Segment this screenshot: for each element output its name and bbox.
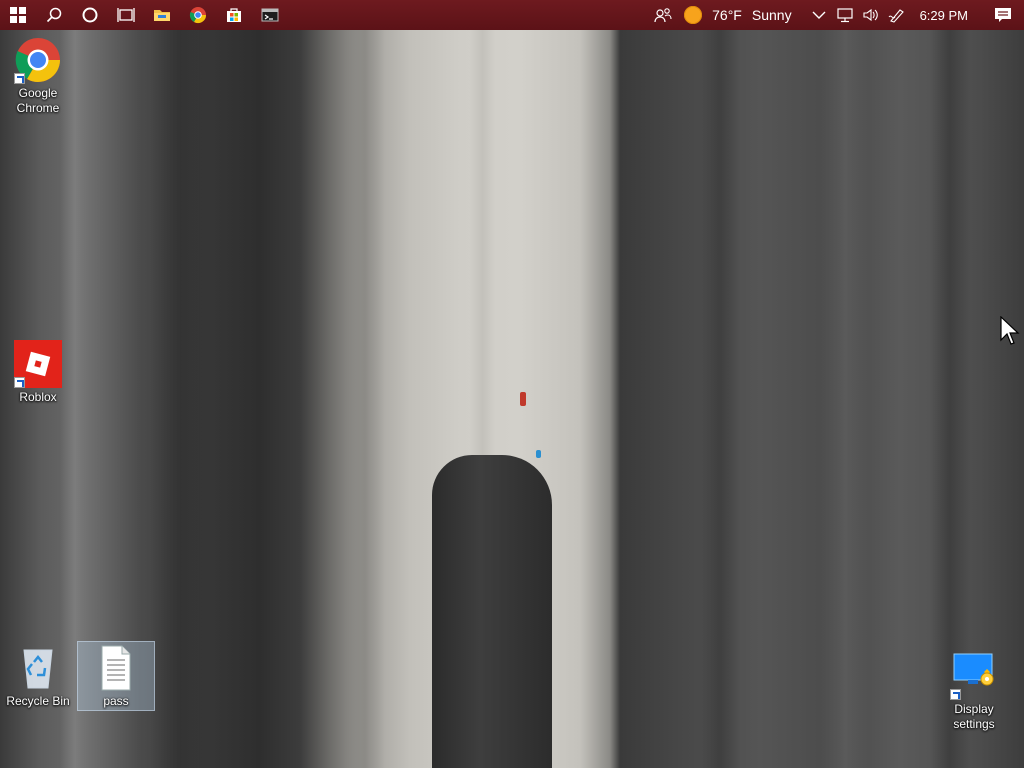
desktop-icon-recycle-bin[interactable]: Recycle Bin — [0, 644, 76, 709]
store-button[interactable] — [216, 0, 252, 30]
network-button[interactable] — [832, 0, 858, 30]
shortcut-arrow-icon — [14, 377, 25, 388]
weather-condition: Sunny — [751, 7, 792, 23]
people-icon — [654, 8, 672, 23]
file-explorer-button[interactable] — [144, 0, 180, 30]
task-view-button[interactable] — [108, 0, 144, 30]
recycle-bin-icon — [23, 649, 53, 689]
clock[interactable]: 6:29 PM — [910, 8, 982, 23]
text-file-icon — [101, 645, 131, 691]
desktop-icon-display-settings[interactable]: Display settings — [936, 652, 1012, 732]
clock-time: 6:29 PM — [919, 7, 968, 23]
circle-icon — [82, 7, 98, 23]
search-icon — [46, 7, 62, 23]
chevron-up-icon — [812, 11, 826, 19]
speaker-icon — [863, 8, 878, 22]
desktop-icon-label: pass — [103, 694, 129, 708]
desktop-icon-label: Display settings — [953, 702, 995, 731]
desktop-icon-label: Roblox — [19, 390, 57, 404]
terminal-button[interactable] — [252, 0, 288, 30]
desktop-icon-label: Google Chrome — [16, 86, 60, 115]
weather-temperature: 76°F — [712, 7, 742, 23]
taskbar: 76°F Sunny 6:29 PM — [0, 0, 1024, 30]
start-button[interactable] — [0, 0, 36, 30]
search-button[interactable] — [36, 0, 72, 30]
notification-icon — [995, 8, 1011, 22]
mouse-cursor-icon — [1000, 316, 1020, 345]
network-icon — [836, 8, 853, 23]
terminal-icon — [261, 8, 279, 22]
sun-icon — [684, 6, 703, 24]
people-button[interactable] — [650, 0, 676, 30]
shortcut-arrow-icon — [14, 73, 25, 84]
desktop-icon-label: Recycle Bin — [6, 694, 70, 708]
shortcut-arrow-icon — [950, 689, 961, 700]
task-view-icon — [117, 8, 135, 22]
pen-icon — [888, 9, 904, 23]
volume-button[interactable] — [858, 0, 884, 30]
desktop-icon-roblox[interactable]: Roblox — [0, 340, 76, 405]
weather-widget[interactable]: 76°F Sunny — [676, 6, 805, 24]
windows-logo-icon — [10, 7, 26, 23]
store-icon — [227, 8, 241, 22]
show-hidden-icons-button[interactable] — [806, 0, 832, 30]
action-center-button[interactable] — [982, 0, 1024, 30]
chrome-icon — [189, 7, 207, 24]
desktop-icon-pass[interactable]: pass — [77, 641, 155, 711]
desktop-icon-chrome[interactable]: Google Chrome — [0, 36, 76, 116]
pen-workspace-button[interactable] — [884, 0, 910, 30]
chrome-button[interactable] — [180, 0, 216, 30]
cortana-button[interactable] — [72, 0, 108, 30]
folder-icon — [154, 10, 170, 21]
